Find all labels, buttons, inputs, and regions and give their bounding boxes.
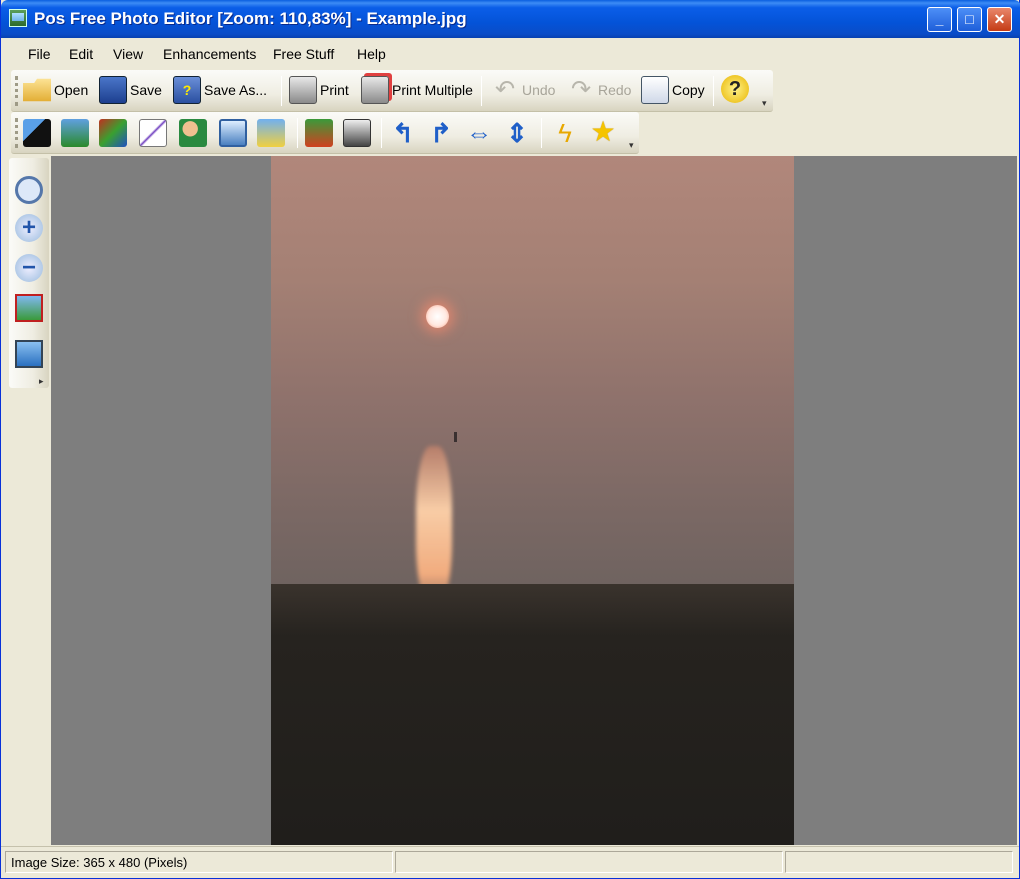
status-cell-2: [395, 851, 783, 873]
status-cell-3: [785, 851, 1013, 873]
undo-icon: ↶: [494, 76, 516, 103]
effects-toolbar: ↰ ↱ ⇔ ⇕ ϟ ★ ▾: [11, 112, 639, 154]
redo-icon: ↷: [570, 76, 592, 103]
undo-label: Undo: [522, 82, 556, 98]
open-label: Open: [54, 82, 89, 98]
menu-edit[interactable]: Edit: [69, 46, 93, 62]
fullscreen-icon[interactable]: [15, 340, 43, 368]
menu-help[interactable]: Help: [357, 46, 386, 62]
photo-sailboat: [454, 432, 457, 442]
menu-free-stuff[interactable]: Free Stuff: [273, 46, 334, 62]
print-button[interactable]: Print: [289, 76, 349, 104]
main-toolbar: Open Save ? Save As... Print Print Multi…: [11, 70, 773, 112]
flip-vertical-icon[interactable]: ⇕: [503, 119, 531, 147]
print-multiple-icon: [361, 76, 389, 104]
status-image-size: Image Size: 365 x 480 (Pixels): [5, 851, 393, 873]
save-as-label: Save As...: [204, 82, 268, 98]
flip-horizontal-icon[interactable]: ⇔: [465, 119, 493, 147]
zoom-fit-icon[interactable]: [15, 176, 43, 204]
maximize-button[interactable]: □: [957, 7, 982, 32]
open-folder-icon: [23, 78, 51, 102]
copy-label: Copy: [672, 82, 705, 98]
rotate-right-icon[interactable]: ↱: [427, 119, 455, 147]
auto-enhance-icon[interactable]: [257, 119, 285, 147]
toolbar-separator: [281, 76, 282, 106]
app-icon[interactable]: [9, 9, 27, 27]
zoom-out-icon[interactable]: −: [15, 254, 43, 282]
toolbar-grip[interactable]: [15, 76, 18, 106]
actual-size-icon[interactable]: [15, 294, 43, 322]
menu-enhancements[interactable]: Enhancements: [163, 46, 256, 62]
save-as-button[interactable]: ? Save As...: [173, 76, 267, 104]
toolbar-separator: [297, 118, 298, 148]
zoom-in-icon[interactable]: +: [15, 214, 43, 242]
copy-button[interactable]: Copy: [641, 76, 705, 104]
photo-sun: [426, 305, 449, 328]
toolbar-overflow-chevron-icon[interactable]: ▾: [629, 140, 637, 150]
image-canvas[interactable]: [51, 156, 1017, 845]
photo-sun-reflection: [416, 446, 452, 606]
save-button[interactable]: Save: [99, 76, 162, 104]
app-window: Pos Free Photo Editor [Zoom: 110,83%] - …: [0, 0, 1020, 879]
favorite-star-icon[interactable]: ★: [589, 118, 617, 146]
zoom-toolbar: + − ▸: [9, 158, 49, 388]
floppy-disk-icon: [99, 76, 127, 104]
redo-label: Redo: [598, 82, 632, 98]
minimize-button[interactable]: _: [927, 7, 952, 32]
red-eye-icon[interactable]: [179, 119, 207, 147]
print-multiple-label: Print Multiple: [392, 82, 473, 98]
toolbar-separator: [481, 76, 482, 106]
status-bar: Image Size: 365 x 480 (Pixels): [1, 846, 1019, 876]
toolbar-overflow-chevron-icon[interactable]: ▸: [39, 376, 47, 386]
window-title: Pos Free Photo Editor [Zoom: 110,83%] - …: [34, 9, 467, 28]
photo-sunset-image[interactable]: [271, 156, 794, 845]
menu-bar: File Edit View Enhancements Free Stuff H…: [5, 38, 1017, 68]
toolbar-grip[interactable]: [15, 118, 18, 148]
color-balance-icon[interactable]: [61, 119, 89, 147]
printer-icon: [289, 76, 317, 104]
brightness-contrast-icon[interactable]: [23, 119, 51, 147]
levels-icon[interactable]: [219, 119, 247, 147]
save-as-icon: ?: [173, 76, 201, 104]
open-button[interactable]: Open: [23, 76, 88, 104]
help-question-icon: ?: [721, 75, 749, 103]
toolbar-separator: [381, 118, 382, 148]
undo-button[interactable]: ↶ Undo: [491, 76, 556, 104]
curves-icon[interactable]: [139, 119, 167, 147]
title-bar[interactable]: Pos Free Photo Editor [Zoom: 110,83%] - …: [1, 0, 1020, 38]
print-label: Print: [320, 82, 349, 98]
toolbar-separator: [713, 76, 714, 106]
rotate-left-icon[interactable]: ↰: [389, 119, 417, 147]
menu-file[interactable]: File: [28, 46, 51, 62]
redo-button[interactable]: ↷ Redo: [567, 76, 632, 104]
help-button[interactable]: ?: [721, 75, 752, 103]
close-button[interactable]: ✕: [987, 7, 1012, 32]
toolbar-overflow-chevron-icon[interactable]: ▾: [762, 98, 770, 108]
print-multiple-button[interactable]: Print Multiple: [361, 76, 473, 104]
hue-saturation-icon[interactable]: [99, 119, 127, 147]
photo-shoreline: [271, 584, 794, 845]
menu-view[interactable]: View: [113, 46, 143, 62]
grayscale-icon[interactable]: [343, 119, 371, 147]
sharpen-icon[interactable]: [305, 119, 333, 147]
toolbar-separator: [541, 118, 542, 148]
save-label: Save: [130, 82, 162, 98]
effects-lightning-icon[interactable]: ϟ: [551, 119, 579, 147]
copy-icon: [641, 76, 669, 104]
